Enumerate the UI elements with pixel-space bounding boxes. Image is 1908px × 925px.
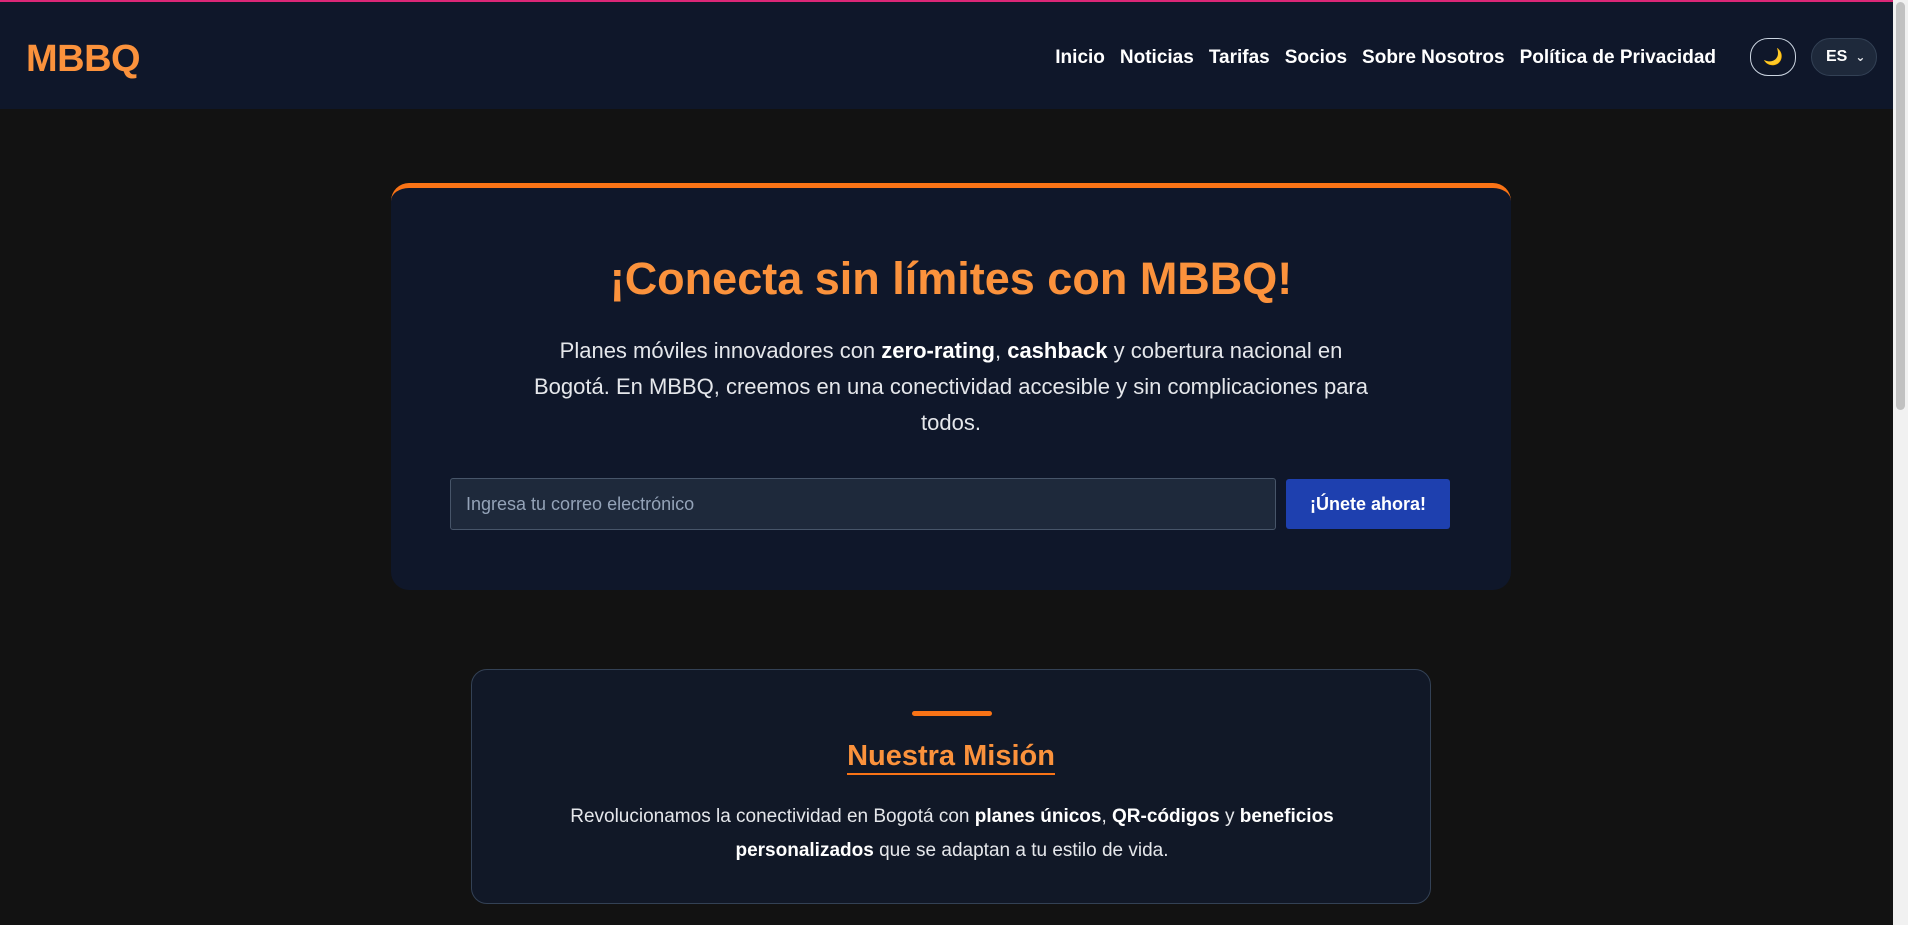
hero-description: Planes móviles innovadores con zero-rati… [521,333,1381,441]
hero-desc-zero-rating: zero-rating [881,338,995,363]
nav-link-politica-privacidad[interactable]: Política de Privacidad [1520,47,1716,69]
mission-sep-1: , [1101,806,1113,827]
mission-title-text: Nuestra Misión [847,740,1055,775]
moon-icon: 🌙 [1763,49,1783,66]
mission-text: Revolucionamos la conectividad en Bogotá… [552,800,1352,868]
logo[interactable]: MBBQ [26,38,141,81]
mission-bold-planes: planes únicos [974,806,1102,827]
mission-bold-qr: QR-códigos [1112,806,1220,827]
join-now-button[interactable]: ¡Únete ahora! [1286,479,1450,529]
hero-title: ¡Conecta sin límites con MBBQ! [609,253,1293,304]
chevron-down-icon: ⌄ [1855,50,1866,64]
theme-toggle-button[interactable]: 🌙 [1750,38,1796,76]
mission-sep-2: y [1219,806,1240,827]
hero-card: ¡Conecta sin límites con MBBQ! Planes mó… [391,183,1511,590]
hero-desc-text: Planes móviles innovadores con [559,338,882,363]
mission-title: Nuestra Misión [472,740,1430,775]
scrollbar-thumb[interactable] [1896,2,1905,410]
main-nav: Inicio Noticias Tarifas Socios Sobre Nos… [1055,47,1716,69]
hero-desc-separator: , [994,338,1008,363]
language-select[interactable]: ES ⌄ [1811,38,1877,76]
mission-text-start: Revolucionamos la conectividad en Bogotá… [570,806,975,827]
mission-text-end: que se adaptan a tu estilo de vida. [873,840,1169,861]
nav-link-noticias[interactable]: Noticias [1120,47,1194,69]
nav-link-sobre-nosotros[interactable]: Sobre Nosotros [1362,47,1505,69]
nav-link-inicio[interactable]: Inicio [1055,47,1105,69]
site-header: MBBQ Inicio Noticias Tarifas Socios Sobr… [0,2,1908,109]
email-input[interactable] [450,478,1276,530]
mission-card: Nuestra Misión Revolucionamos la conecti… [471,669,1431,904]
mission-accent-bar [912,711,992,716]
hero-desc-cashback: cashback [1007,338,1108,363]
nav-link-socios[interactable]: Socios [1285,47,1347,69]
language-value: ES [1826,48,1848,65]
nav-link-tarifas[interactable]: Tarifas [1209,47,1270,69]
